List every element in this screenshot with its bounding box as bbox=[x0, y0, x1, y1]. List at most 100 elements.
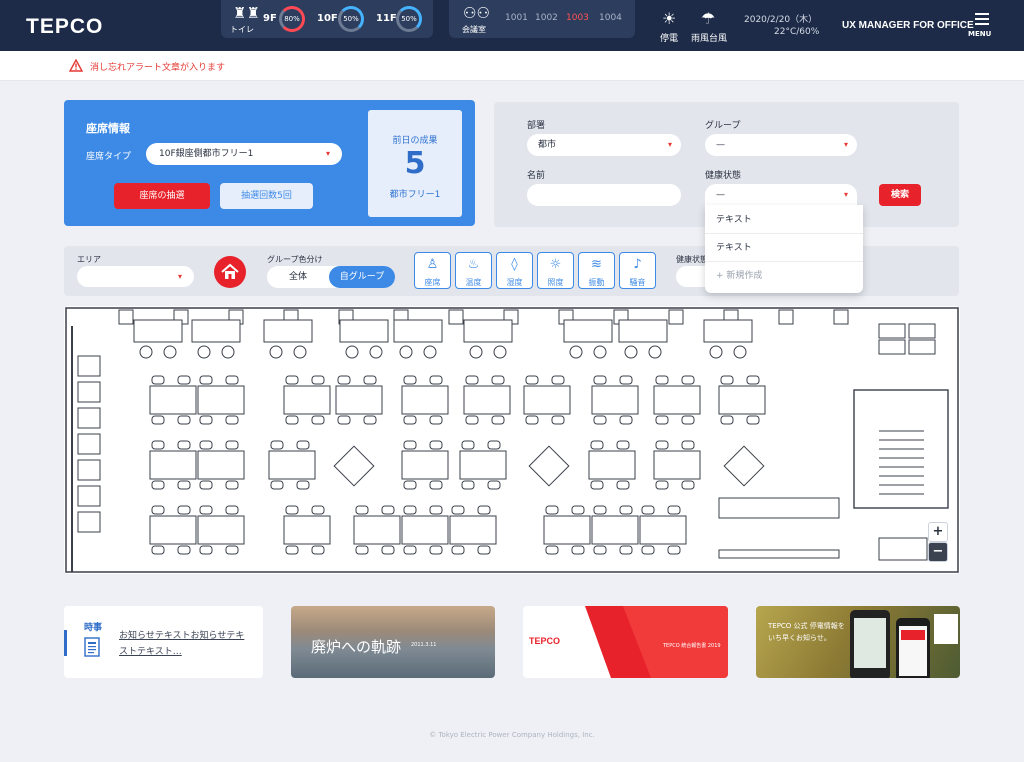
news-tag: 時事 bbox=[84, 623, 103, 633]
room-1003[interactable]: 1003 bbox=[566, 13, 589, 23]
chair bbox=[369, 345, 383, 359]
chair bbox=[381, 545, 395, 555]
floor-10f-label: 10F bbox=[317, 13, 338, 24]
chevron-down-icon: ▾ bbox=[178, 272, 183, 281]
integrated-report-banner[interactable]: TEPCO TEPCO 統合報告書 2019 bbox=[523, 606, 728, 678]
wall-column bbox=[778, 309, 794, 325]
room-1004[interactable]: 1004 bbox=[599, 13, 622, 23]
chair bbox=[619, 415, 633, 425]
floor-9f-label: 9F bbox=[263, 13, 277, 24]
wall-column bbox=[448, 309, 464, 325]
chair bbox=[429, 375, 443, 385]
home-button[interactable] bbox=[214, 256, 246, 288]
health-label: 健康状態 bbox=[705, 171, 742, 181]
seat-lottery-button[interactable]: 座席の抽選 bbox=[114, 183, 210, 209]
chair bbox=[151, 545, 165, 555]
zoom-out-button[interactable]: − bbox=[928, 542, 948, 562]
chair bbox=[151, 480, 165, 490]
sensor-label: 振動 bbox=[588, 278, 605, 287]
chair bbox=[225, 415, 239, 425]
locker bbox=[77, 485, 101, 507]
dept-select[interactable]: 都市 ▾ bbox=[527, 134, 681, 156]
dropdown-new-item[interactable]: + 新規作成 bbox=[705, 262, 863, 290]
toilet-panel[interactable]: ♜♜ トイレ 9F 80% 10F 50% 11F 50% bbox=[221, 0, 433, 38]
chair bbox=[590, 440, 604, 450]
seat-type-select[interactable]: 10F銀座側都市フリー1 ▾ bbox=[146, 143, 342, 165]
header: TEPCO ♜♜ トイレ 9F 80% 10F 50% 11F 50% ⚇⚇ 会… bbox=[0, 0, 1024, 51]
vibration-icon: ≋ bbox=[591, 257, 602, 272]
toggle-all[interactable]: 全体 bbox=[267, 266, 329, 288]
desk bbox=[401, 515, 449, 545]
health-filter-select[interactable] bbox=[676, 266, 706, 287]
sensor-noise[interactable]: ♪ 騒音 bbox=[619, 252, 656, 289]
chair bbox=[461, 480, 475, 490]
dept-value: 都市 bbox=[538, 140, 557, 150]
chair bbox=[311, 505, 325, 515]
sensor-vibration[interactable]: ≋ 振動 bbox=[578, 252, 615, 289]
dropdown-item[interactable]: テキスト bbox=[705, 206, 863, 234]
sensor-label: 温度 bbox=[465, 278, 482, 287]
chair bbox=[641, 505, 655, 515]
toggle-my-group[interactable]: 自グループ bbox=[329, 266, 395, 288]
locker bbox=[77, 407, 101, 429]
seat-type-value: 10F銀座側都市フリー1 bbox=[159, 149, 254, 159]
name-input[interactable] bbox=[527, 184, 681, 206]
desk bbox=[563, 319, 613, 343]
floor-map[interactable] bbox=[64, 306, 960, 574]
chair bbox=[199, 415, 213, 425]
sensor-illuminance[interactable]: ☼ 照度 bbox=[537, 252, 574, 289]
chevron-down-icon: ▾ bbox=[844, 140, 849, 149]
meeting-room-panel[interactable]: ⚇⚇ 会議室 1001 1002 1003 1004 bbox=[449, 0, 635, 38]
lottery-count-button[interactable]: 抽選回数5回 bbox=[220, 183, 313, 209]
chair bbox=[593, 345, 607, 359]
chair bbox=[465, 375, 479, 385]
search-button[interactable]: 検索 bbox=[879, 184, 921, 206]
news-card[interactable]: 時事 お知らせテキストお知らせテキストテキスト… bbox=[64, 606, 263, 678]
room-1001[interactable]: 1001 bbox=[505, 13, 528, 23]
menu-button[interactable]: MENU bbox=[966, 10, 998, 42]
sensor-seat[interactable]: ♙ 座席 bbox=[414, 252, 451, 289]
sensor-humidity[interactable]: ◊ 湿度 bbox=[496, 252, 533, 289]
sensor-temperature[interactable]: ♨ 温度 bbox=[455, 252, 492, 289]
area-select[interactable]: ▾ bbox=[77, 266, 194, 287]
chair bbox=[681, 415, 695, 425]
desk bbox=[703, 319, 753, 343]
desk bbox=[197, 385, 245, 415]
chair bbox=[337, 375, 351, 385]
result-value: 5 bbox=[404, 146, 426, 181]
group-select[interactable]: — ▾ bbox=[705, 134, 857, 156]
reception-desk bbox=[878, 537, 928, 561]
outage-app-banner[interactable]: TEPCO 公式 停電情報を いち早くお知らせ。 bbox=[756, 606, 960, 678]
zoom-in-button[interactable]: + bbox=[928, 522, 948, 542]
room-1002[interactable]: 1002 bbox=[535, 13, 558, 23]
chair bbox=[285, 545, 299, 555]
name-label: 名前 bbox=[527, 171, 546, 181]
chair bbox=[403, 440, 417, 450]
chair bbox=[681, 480, 695, 490]
chair bbox=[681, 440, 695, 450]
news-link[interactable]: お知らせテキストお知らせテキストテキスト… bbox=[119, 628, 245, 660]
result-sub: 都市フリー1 bbox=[389, 190, 441, 200]
chair bbox=[493, 345, 507, 359]
chair bbox=[465, 415, 479, 425]
locker bbox=[77, 433, 101, 455]
chair bbox=[720, 375, 734, 385]
chair bbox=[296, 440, 310, 450]
wall-column bbox=[833, 309, 849, 325]
tepco-logo[interactable]: TEPCO bbox=[26, 15, 103, 39]
toilet-label: トイレ bbox=[230, 25, 254, 34]
document-icon bbox=[84, 637, 100, 657]
chair bbox=[199, 440, 213, 450]
decommission-banner[interactable]: 廃炉への軌跡 2011.3.11 bbox=[291, 606, 495, 678]
chair bbox=[403, 375, 417, 385]
chair bbox=[381, 505, 395, 515]
illuminance-icon: ☼ bbox=[549, 257, 562, 272]
chevron-down-icon: ▾ bbox=[326, 149, 331, 158]
chair bbox=[491, 375, 505, 385]
banner2-logo: TEPCO bbox=[529, 636, 561, 646]
chair bbox=[619, 505, 633, 515]
desk bbox=[463, 385, 511, 415]
toilet-icon: ♜♜ bbox=[233, 4, 260, 22]
health-select[interactable]: — ▾ bbox=[705, 184, 857, 206]
dropdown-item[interactable]: テキスト bbox=[705, 234, 863, 262]
